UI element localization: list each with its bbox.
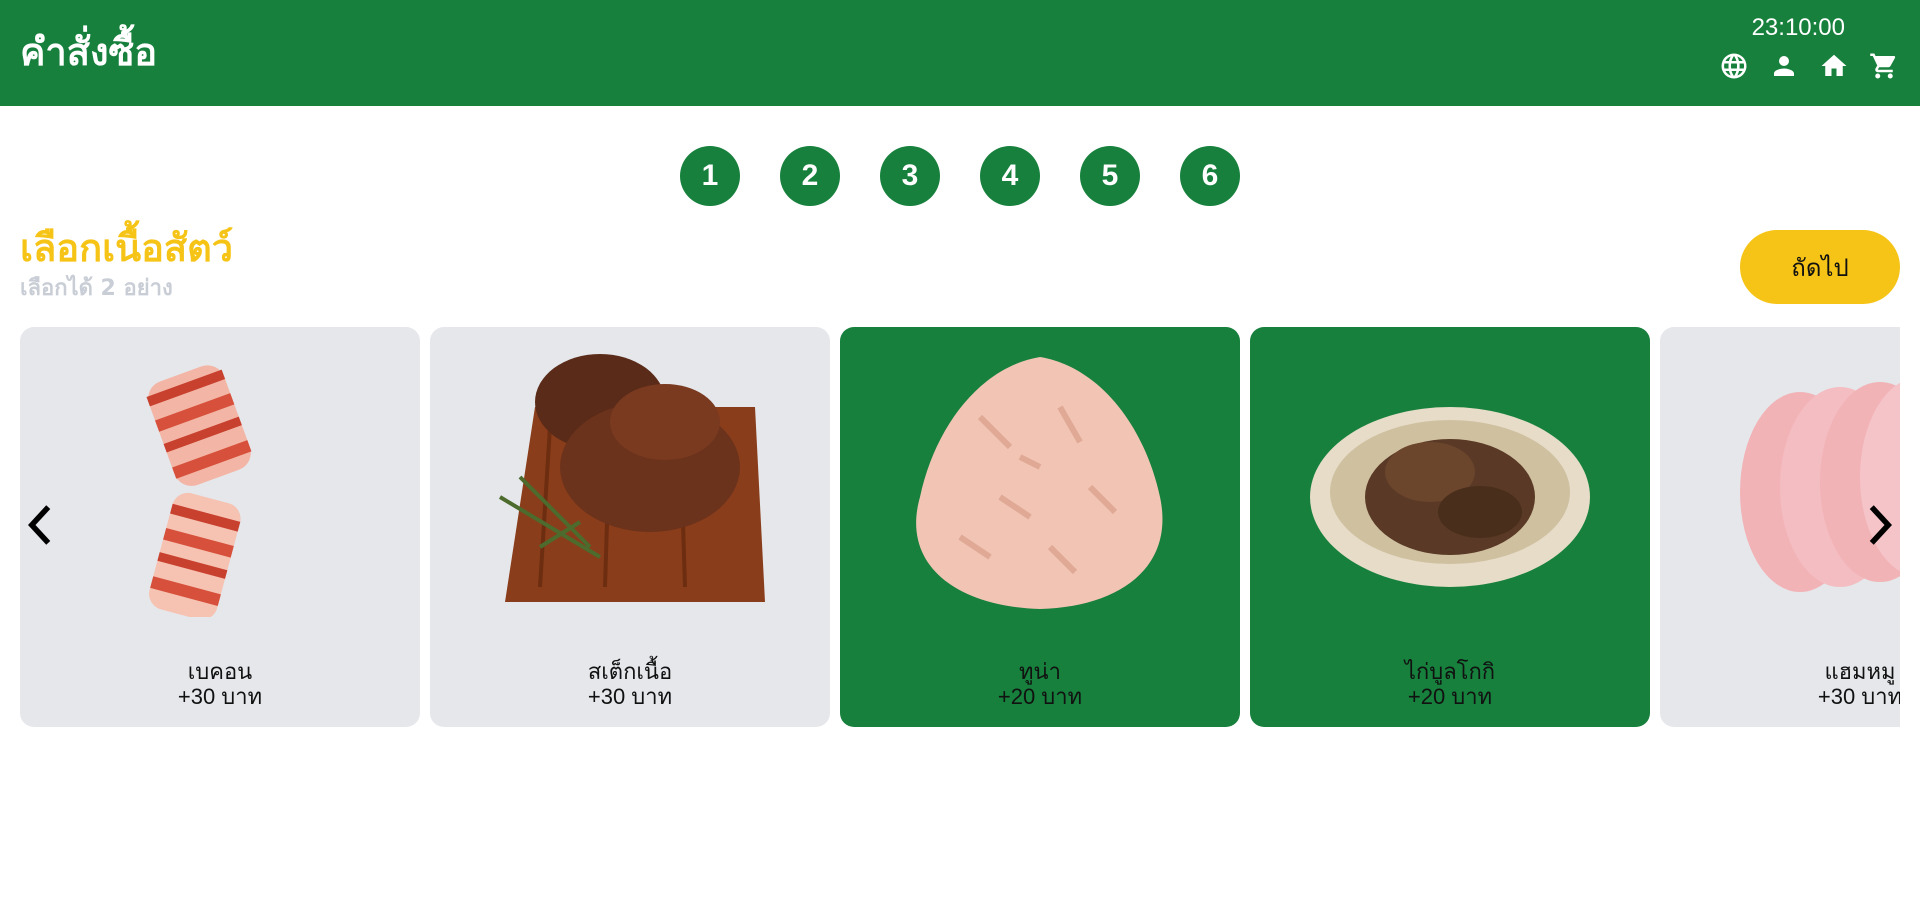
section-subtitle: เลือกได้ 2 อย่าง [20, 276, 173, 301]
section-title: เลือกเนื้อสัตว์ [20, 226, 234, 270]
step-6[interactable]: 6 [1180, 146, 1240, 206]
meat-carousel: เบคอน +30 บาท สเต็กเนื้อ +30 บาท ทูน่า +… [20, 327, 1900, 727]
item-price: +20 บาท [997, 684, 1083, 709]
chevron-left-icon[interactable] [20, 500, 60, 550]
item-card-bacon[interactable]: เบคอน +30 บาท [20, 327, 420, 727]
tuna-image [916, 357, 1163, 609]
step-3[interactable]: 3 [880, 146, 940, 206]
clock: 23:10:00 [1751, 14, 1845, 41]
step-1[interactable]: 1 [680, 146, 740, 206]
item-price: +30 บาท [1817, 684, 1900, 709]
step-4[interactable]: 4 [980, 146, 1040, 206]
page-title: คำสั่งซื้อ [20, 30, 158, 74]
bacon-image [146, 365, 252, 617]
steak-image [498, 354, 765, 602]
header-icons [1718, 50, 1900, 82]
ham-image [1740, 382, 1900, 592]
cart-icon[interactable] [1868, 50, 1900, 82]
item-card-steak[interactable]: สเต็กเนื้อ +30 บาท [430, 327, 830, 727]
app-header: คำสั่งซื้อ 23:10:00 [0, 0, 1920, 106]
step-2[interactable]: 2 [780, 146, 840, 206]
globe-icon[interactable] [1718, 50, 1750, 82]
user-icon[interactable] [1768, 50, 1800, 82]
chevron-right-icon[interactable] [1860, 500, 1900, 550]
step-5[interactable]: 5 [1080, 146, 1140, 206]
item-card-tuna[interactable]: ทูน่า +20 บาท [840, 327, 1240, 727]
home-icon[interactable] [1818, 50, 1850, 82]
next-button[interactable]: ถัดไป [1740, 230, 1900, 304]
chicken-bulgogi-image [1310, 407, 1590, 587]
step-indicator: 1 2 3 4 5 6 [680, 146, 1240, 206]
item-price: +30 บาท [587, 684, 673, 709]
item-price: +30 บาท [177, 684, 263, 709]
item-price: +20 บาท [1407, 684, 1493, 709]
item-card-chicken-bulgogi[interactable]: ไก่บูลโกกิ +20 บาท [1250, 327, 1650, 727]
